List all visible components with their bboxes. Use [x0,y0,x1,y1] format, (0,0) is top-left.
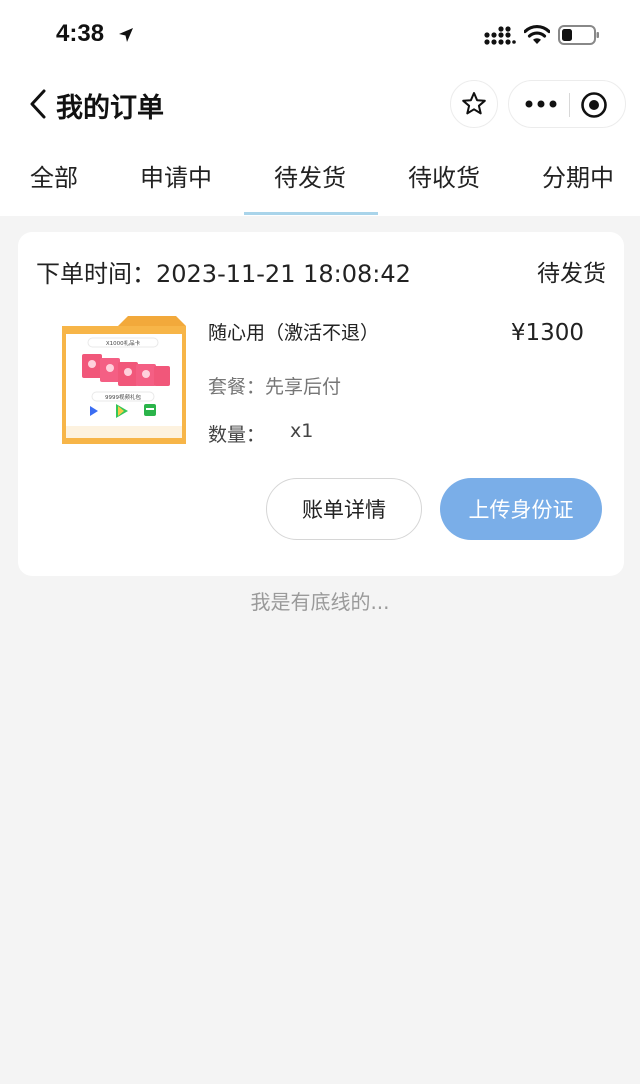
quantity-value: x1 [290,420,314,442]
upload-id-card-button[interactable]: 上传身份证 [440,478,602,540]
product-price: ¥1300 [510,320,584,346]
tab-applying[interactable]: 申请中 [140,158,212,198]
active-tab-indicator [244,212,378,215]
battery-icon [558,25,599,45]
nav-bar: 我的订单 [0,72,640,138]
tab-all[interactable]: 全部 [30,158,78,198]
end-of-list-text: 我是有底线的... [250,590,390,614]
order-time: 下单时间：2023-11-21 18:08:42 [36,260,411,288]
close-mini-program-button[interactable] [579,90,609,120]
mini-program-capsule [508,80,626,128]
tab-pending-shipment[interactable]: 待发货 [274,158,346,198]
signal-icon [484,26,516,45]
plan-label: 套餐：先享后付 [208,376,342,398]
status-bar: 4:38 [0,0,640,72]
back-button[interactable] [26,86,52,122]
order-card[interactable]: 下单时间：2023-11-21 18:08:42 待发货 X1000礼品卡 99… [18,232,624,576]
favorite-button[interactable] [450,80,498,128]
location-arrow-icon [119,28,133,42]
more-button[interactable] [519,87,563,121]
order-tabs: 全部 申请中 待发货 待收货 分期中 [0,140,640,216]
order-status: 待发货 [537,261,606,287]
bill-details-button[interactable]: 账单详情 [266,478,422,540]
quantity-label: 数量： [208,424,266,446]
more-dots-icon [525,100,557,108]
back-chevron-icon [30,89,46,119]
capsule-divider [569,93,570,117]
wifi-icon [524,24,550,44]
page-title: 我的订单 [56,93,164,124]
tab-pending-receipt[interactable]: 待收货 [408,158,480,198]
product-image: X1000礼品卡 9999视频礼包 [62,316,186,444]
tab-installment[interactable]: 分期中 [542,158,614,198]
status-time: 4:38 [56,20,105,47]
target-circle-icon [581,92,607,118]
product-name: 随心用（激活不退） [208,322,380,344]
product-image-caption-mid: 9999视频礼包 [105,393,141,401]
product-image-caption-top: X1000礼品卡 [106,339,141,347]
star-icon [462,92,486,115]
